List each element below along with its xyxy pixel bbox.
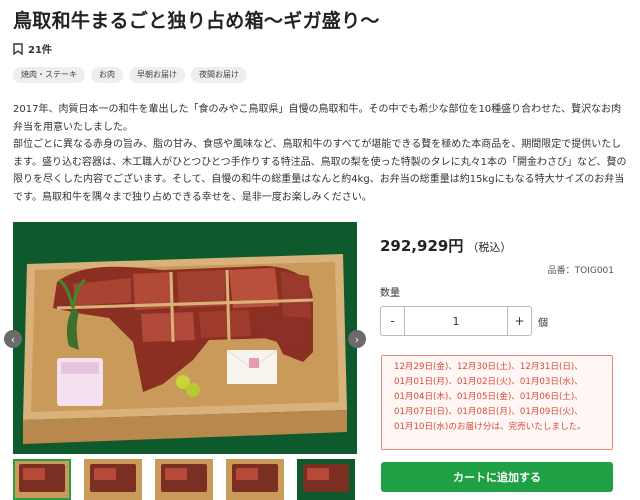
thumbnail-5[interactable]	[297, 459, 355, 500]
quantity-decrease-button[interactable]: -	[381, 307, 405, 335]
quantity-label: 数量	[380, 288, 400, 299]
add-to-cart-button[interactable]: カートに追加する	[381, 462, 613, 492]
thumbnail-3[interactable]	[155, 459, 213, 500]
price-value: 292,929円	[380, 237, 464, 255]
notice-line: 01月04日(木)、01月05日(金)、01月06日(土)、	[394, 392, 583, 402]
gallery-prev-button[interactable]: ‹	[4, 330, 22, 348]
description-paragraph-1: 2017年、肉質日本一の和牛を輩出した「食のみやこ鳥取県」自慢の鳥取和牛。その中…	[13, 104, 622, 133]
tag-early-delivery[interactable]: 早朝お届け	[129, 67, 185, 83]
thumbnail-strip	[13, 459, 355, 500]
notice-line: 01月10日(水)のお届け分は、完売いたしました。	[394, 422, 586, 432]
tag-meat[interactable]: お肉	[91, 67, 123, 83]
thumbnail-2[interactable]	[84, 459, 142, 500]
product-description: 2017年、肉質日本一の和牛を輩出した「食のみやこ鳥取県」自慢の鳥取和牛。その中…	[13, 101, 627, 206]
quantity-stepper: - 1 +	[380, 306, 532, 336]
quantity-increase-button[interactable]: +	[507, 307, 531, 335]
quantity-input[interactable]: 1	[405, 307, 507, 335]
tag-night-delivery[interactable]: 夜間お届け	[191, 67, 247, 83]
notice-line: 12月29日(金)、12月30日(土)、12月31日(日)、	[394, 362, 583, 372]
quantity-unit: 個	[538, 318, 548, 329]
bookmark-icon	[13, 42, 23, 55]
favorite-count[interactable]: 21件	[13, 41, 52, 56]
thumbnail-1[interactable]	[13, 459, 71, 500]
tax-label: （税込）	[467, 241, 512, 254]
thumbnail-4[interactable]	[226, 459, 284, 500]
tag-list: 焼肉・ステーキ お肉 早朝お届け 夜間お届け	[13, 67, 247, 83]
product-price: 292,929円 （税込）	[380, 235, 511, 256]
product-sku: 品番：TOIG001	[547, 266, 614, 276]
chevron-right-icon: ›	[354, 332, 360, 346]
tag-yakiniku[interactable]: 焼肉・ステーキ	[13, 67, 85, 83]
favorite-count-label: 21件	[28, 45, 52, 56]
gallery-next-button[interactable]: ›	[348, 330, 366, 348]
product-title: 鳥取和牛まるごと独り占め箱〜ギガ盛り〜	[13, 10, 380, 32]
description-paragraph-2: 部位ごとに異なる赤身の旨み、脂の甘み、食感や風味など、鳥取和牛のすべてが堪能でき…	[13, 139, 627, 203]
chevron-left-icon: ‹	[10, 332, 16, 346]
sold-out-notice: 12月29日(金)、12月30日(土)、12月31日(日)、 01月01日(月)…	[381, 355, 613, 450]
main-product-image	[13, 222, 357, 454]
notice-line: 01月01日(月)、01月02日(火)、01月03日(水)、	[394, 377, 583, 387]
notice-line: 01月07日(日)、01月08日(月)、01月09日(火)、	[394, 407, 583, 417]
